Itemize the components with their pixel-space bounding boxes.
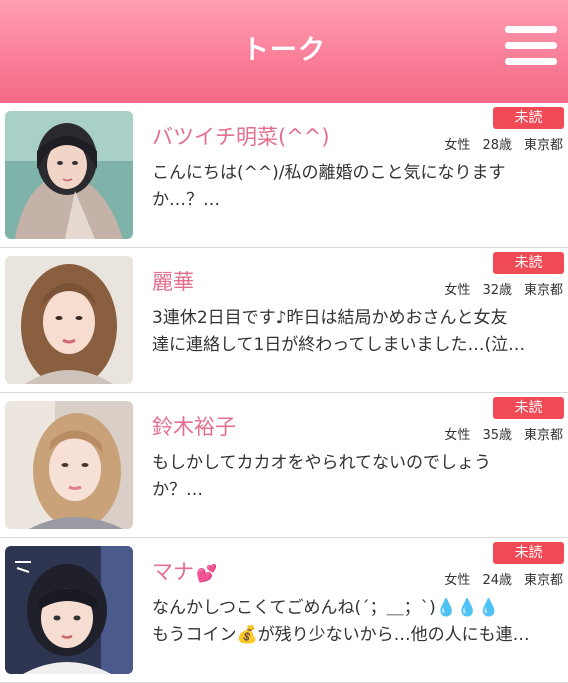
conversation-list: バツイチ明菜(^^) 未読 女性 28歳 東京都 こんにちは(^^)/私の離婚のこと… xyxy=(0,103,568,683)
location-label: 東京都 xyxy=(523,428,563,443)
message-line: なんかしつこくてごめんね(´；＿；`)💧💧💧 xyxy=(152,598,500,618)
contact-name: 鈴木裕子 xyxy=(152,415,236,439)
gender-label: 女性 xyxy=(444,428,471,443)
unread-badge: 未読 xyxy=(493,542,564,564)
message-preview: なんかしつこくてごめんね(´；＿；`)💧💧💧 もうコイン💰が残り少ないから…他の… xyxy=(152,595,562,649)
contact-meta: 女性 28歳 東京都 xyxy=(444,134,563,153)
conversation-row[interactable]: 鈴木裕子 未読 女性 35歳 東京都 もしかしてカカオをやられてないのでしょう か？… xyxy=(0,393,568,538)
app-header: トーク xyxy=(0,0,568,103)
conversation-row[interactable]: 麗華 未読 女性 32歳 東京都 3連休2日目です♪昨日は結局かめおさんと女友 達に… xyxy=(0,248,568,393)
message-preview: 3連休2日目です♪昨日は結局かめおさんと女友 達に連絡して1日が終わってしまいま… xyxy=(152,305,562,359)
age-label: 35歳 xyxy=(482,428,512,443)
avatar xyxy=(5,546,133,674)
gender-label: 女性 xyxy=(444,283,471,298)
location-label: 東京都 xyxy=(523,283,563,298)
message-line: か？… xyxy=(152,480,203,500)
gender-label: 女性 xyxy=(444,573,471,588)
contact-name: 麗華 xyxy=(152,270,194,294)
contact-meta: 女性 24歳 東京都 xyxy=(444,569,563,588)
unread-badge: 未読 xyxy=(493,107,564,129)
contact-meta: 女性 35歳 東京都 xyxy=(444,424,563,443)
location-label: 東京都 xyxy=(523,573,563,588)
message-line: もしかしてカカオをやられてないのでしょう xyxy=(152,453,491,473)
gender-label: 女性 xyxy=(444,138,471,153)
message-line: か…？… xyxy=(152,190,220,210)
contact-name: マナ 💕 xyxy=(152,560,218,584)
unread-badge: 未読 xyxy=(493,397,564,419)
message-line: こんにちは(^^)/私の離婚のこと気になります xyxy=(152,163,506,183)
message-line: 達に連絡して1日が終わってしまいました…(泣… xyxy=(152,335,526,355)
message-line: もうコイン💰が残り少ないから…他の人にも連… xyxy=(152,625,530,645)
avatar xyxy=(5,256,133,384)
hamburger-menu-icon[interactable] xyxy=(505,26,557,66)
message-preview: もしかしてカカオをやられてないのでしょう か？… xyxy=(152,450,562,504)
age-label: 24歳 xyxy=(482,573,512,588)
avatar xyxy=(5,401,133,529)
message-line: 3連休2日目です♪昨日は結局かめおさんと女友 xyxy=(152,308,508,328)
heart-icon: 💕 xyxy=(196,564,218,584)
location-label: 東京都 xyxy=(523,138,563,153)
age-label: 28歳 xyxy=(482,138,512,153)
conversation-row[interactable]: バツイチ明菜(^^) 未読 女性 28歳 東京都 こんにちは(^^)/私の離婚のこと… xyxy=(0,103,568,248)
age-label: 32歳 xyxy=(482,283,512,298)
page-title: トーク xyxy=(242,35,326,66)
message-preview: こんにちは(^^)/私の離婚のこと気になります か…？… xyxy=(152,160,562,214)
avatar xyxy=(5,111,133,239)
conversation-row[interactable]: マナ 💕 未読 女性 24歳 東京都 なんかしつこくてごめんね(´；＿；`)💧💧💧 も… xyxy=(0,538,568,683)
contact-name: バツイチ明菜(^^) xyxy=(152,125,330,149)
contact-meta: 女性 32歳 東京都 xyxy=(444,279,563,298)
unread-badge: 未読 xyxy=(493,252,564,274)
